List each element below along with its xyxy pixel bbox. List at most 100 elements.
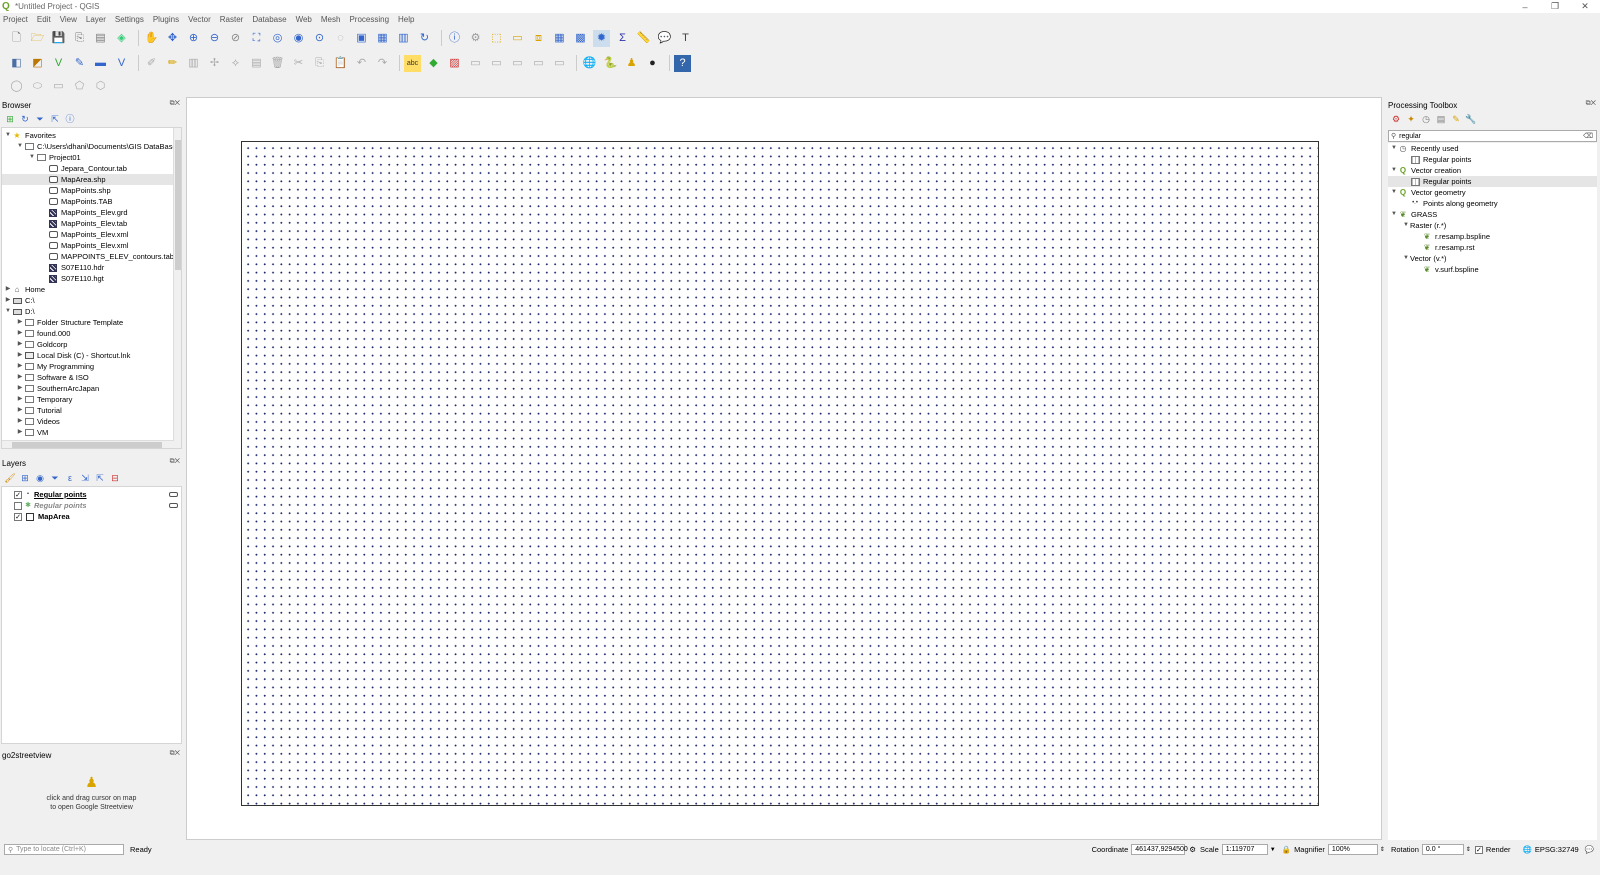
measure-icon[interactable]: 📏 xyxy=(635,30,652,47)
current-edits-icon[interactable]: ✐ xyxy=(143,55,160,72)
add-virtual-layer-icon[interactable]: V xyxy=(113,55,130,72)
expand-arrow-icon[interactable]: ▶ xyxy=(4,295,12,306)
go2streetview-body[interactable]: ♟ click and drag cursor on map to open G… xyxy=(1,762,182,840)
label-abc-icon[interactable]: abc xyxy=(404,54,421,72)
browser-item[interactable]: ▼ ★ Favorites xyxy=(2,130,181,141)
toolbox-item[interactable]: ❦ v.surf.bspline xyxy=(1388,264,1597,275)
add-wms-icon[interactable]: ▬ xyxy=(92,55,109,72)
attribute-table-icon[interactable]: ▦ xyxy=(551,30,568,47)
browser-item[interactable]: ▶ Goldcorp xyxy=(2,339,181,350)
refresh-icon[interactable]: ↻ xyxy=(416,30,433,47)
collapse-arrow-icon[interactable]: ▼ xyxy=(28,152,36,163)
pan-to-selection-icon[interactable]: ✥ xyxy=(164,30,181,47)
scrollbar-thumb[interactable] xyxy=(175,140,181,270)
layer-checkbox[interactable]: ✓ xyxy=(14,512,22,521)
label-highlight-icon[interactable]: ▨ xyxy=(446,55,463,72)
style-manager-icon[interactable]: ◈ xyxy=(113,30,130,47)
close-button[interactable]: ✕ xyxy=(1570,1,1600,12)
expand-arrow-icon[interactable]: ▼ xyxy=(1402,220,1410,231)
layer-filter-icon[interactable] xyxy=(169,503,178,508)
zoom-selection-icon[interactable]: ◎ xyxy=(269,30,286,47)
expand-arrow-icon[interactable]: ▶ xyxy=(4,284,12,295)
identify-icon[interactable]: ⓘ xyxy=(446,30,463,47)
layer-row[interactable]: ✓ • Regular points xyxy=(2,489,181,500)
deselect-icon[interactable]: ⧈ xyxy=(530,30,547,47)
panel-float-close-icon[interactable]: ⧉✕ xyxy=(170,100,180,108)
collapse-all-icon[interactable]: ⇱ xyxy=(94,472,106,484)
expand-arrow-icon[interactable]: ▶ xyxy=(16,372,24,383)
browser-item[interactable]: ▶ Software & ISO xyxy=(2,372,181,383)
browser-item[interactable]: ▶ C:\ xyxy=(2,295,181,306)
history-icon[interactable]: ◷ xyxy=(1420,113,1432,125)
select-by-value-icon[interactable]: ▭ xyxy=(509,30,526,47)
toolbox-search-input[interactable]: regular xyxy=(1399,133,1583,140)
streetview-pegman-icon[interactable]: ♟ xyxy=(623,55,640,72)
menu-vector[interactable]: Vector xyxy=(188,15,211,24)
browser-item[interactable]: MapPoints_Elev.tab xyxy=(2,218,181,229)
add-polygon-icon[interactable]: ⬠ xyxy=(71,78,88,95)
toolbox-item[interactable]: •.• Points along geometry xyxy=(1388,198,1597,209)
menu-raster[interactable]: Raster xyxy=(220,15,244,24)
browser-item[interactable]: MAPPOINTS_ELEV_contours.tab xyxy=(2,251,181,262)
scale-dropdown-icon[interactable]: ▼ xyxy=(1270,847,1276,853)
layers-tree[interactable]: ✓ • Regular points ✱ Regular points ✓ Ma… xyxy=(1,486,182,744)
magnifier-spinbox[interactable]: 100% xyxy=(1327,844,1378,855)
browser-item[interactable]: ▶ My Programming xyxy=(2,361,181,372)
coordinate-field[interactable]: 461437,9294500 xyxy=(1131,844,1188,855)
scrollbar-thumb[interactable] xyxy=(12,442,162,448)
copy-features-icon[interactable]: ⎘ xyxy=(311,55,328,72)
zoom-in-icon[interactable]: ⊕ xyxy=(185,30,202,47)
crs-globe-icon[interactable]: 🌐 xyxy=(1523,845,1532,854)
menu-mesh[interactable]: Mesh xyxy=(321,15,341,24)
toolbox-item[interactable]: ▼ ◷ Recently used xyxy=(1388,143,1597,154)
save-project-icon[interactable]: 💾 xyxy=(50,30,67,47)
redo-icon[interactable]: ↷ xyxy=(374,55,391,72)
layer-row[interactable]: ✱ Regular points xyxy=(2,500,181,511)
browser-item[interactable]: ▶ Temporary xyxy=(2,394,181,405)
menu-edit[interactable]: Edit xyxy=(37,15,51,24)
add-vector-icon[interactable]: V xyxy=(50,55,67,72)
browser-tree[interactable]: ▼ ★ Favorites ▼ C:\Users\dhani\Documents\GIS… xyxy=(1,127,182,449)
field-calculator-icon[interactable]: ▩ xyxy=(572,30,589,47)
map-canvas[interactable] xyxy=(186,97,1382,840)
style-icon[interactable]: 🖌 xyxy=(4,472,16,484)
python-console-icon[interactable]: 🐍 xyxy=(602,55,619,72)
expand-arrow-icon[interactable]: ▶ xyxy=(16,361,24,372)
extents-toggle-icon[interactable]: ⚙ xyxy=(1189,845,1196,854)
new-3d-view-icon[interactable]: ▦ xyxy=(374,30,391,47)
scripts-icon[interactable]: ✦ xyxy=(1405,113,1417,125)
zoom-layer-icon[interactable]: ◉ xyxy=(290,30,307,47)
zoom-full-icon[interactable]: ⛶ xyxy=(248,30,265,47)
lock-scale-icon[interactable]: 🔒 xyxy=(1282,845,1291,854)
menu-project[interactable]: Project xyxy=(3,15,28,24)
options-icon[interactable]: 🔧 xyxy=(1465,113,1477,125)
toolbox-item[interactable]: Regular points xyxy=(1388,176,1597,187)
browser-item[interactable]: ▶ SouthernArcJapan xyxy=(2,383,181,394)
help-icon[interactable]: ? xyxy=(674,54,691,72)
undo-icon[interactable]: ↶ xyxy=(353,55,370,72)
add-regular-polygon-icon[interactable]: ⬡ xyxy=(92,78,109,95)
browser-item[interactable]: ▶ Local Disk (C) - Shortcut.lnk xyxy=(2,350,181,361)
layer-row[interactable]: ✓ MapArea xyxy=(2,511,181,522)
menu-database[interactable]: Database xyxy=(252,15,286,24)
scale-combobox[interactable]: 1:119707 xyxy=(1221,844,1268,855)
toolbox-item[interactable]: ▼ Q Vector geometry xyxy=(1388,187,1597,198)
browser-item[interactable]: ▼ C:\Users\dhani\Documents\GIS DataBase xyxy=(2,141,181,152)
spin-arrows-icon[interactable]: ⇕ xyxy=(1380,846,1385,853)
label-change-icon[interactable]: ▭ xyxy=(509,55,526,72)
expand-arrow-icon[interactable]: ▶ xyxy=(16,405,24,416)
messages-icon[interactable]: 💬 xyxy=(1585,845,1594,854)
expand-arrow-icon[interactable]: ▼ xyxy=(1390,209,1398,220)
refresh-icon[interactable]: ↻ xyxy=(19,113,31,125)
save-edits-icon[interactable]: ▥ xyxy=(185,55,202,72)
browser-item[interactable]: ▶ ⌂ Home xyxy=(2,284,181,295)
map-tips-icon[interactable]: 💬 xyxy=(656,30,673,47)
add-rectangle-icon[interactable]: ▭ xyxy=(50,78,67,95)
browser-item[interactable]: MapPoints.shp xyxy=(2,185,181,196)
label-pin-icon[interactable]: ◆ xyxy=(425,55,442,72)
add-ellipse-icon[interactable]: ⬭ xyxy=(29,78,46,95)
menu-plugins[interactable]: Plugins xyxy=(153,15,179,24)
menu-settings[interactable]: Settings xyxy=(115,15,144,24)
browser-item[interactable]: MapPoints_Elev.xml xyxy=(2,240,181,251)
toggle-editing-icon[interactable]: ✏ xyxy=(164,55,181,72)
